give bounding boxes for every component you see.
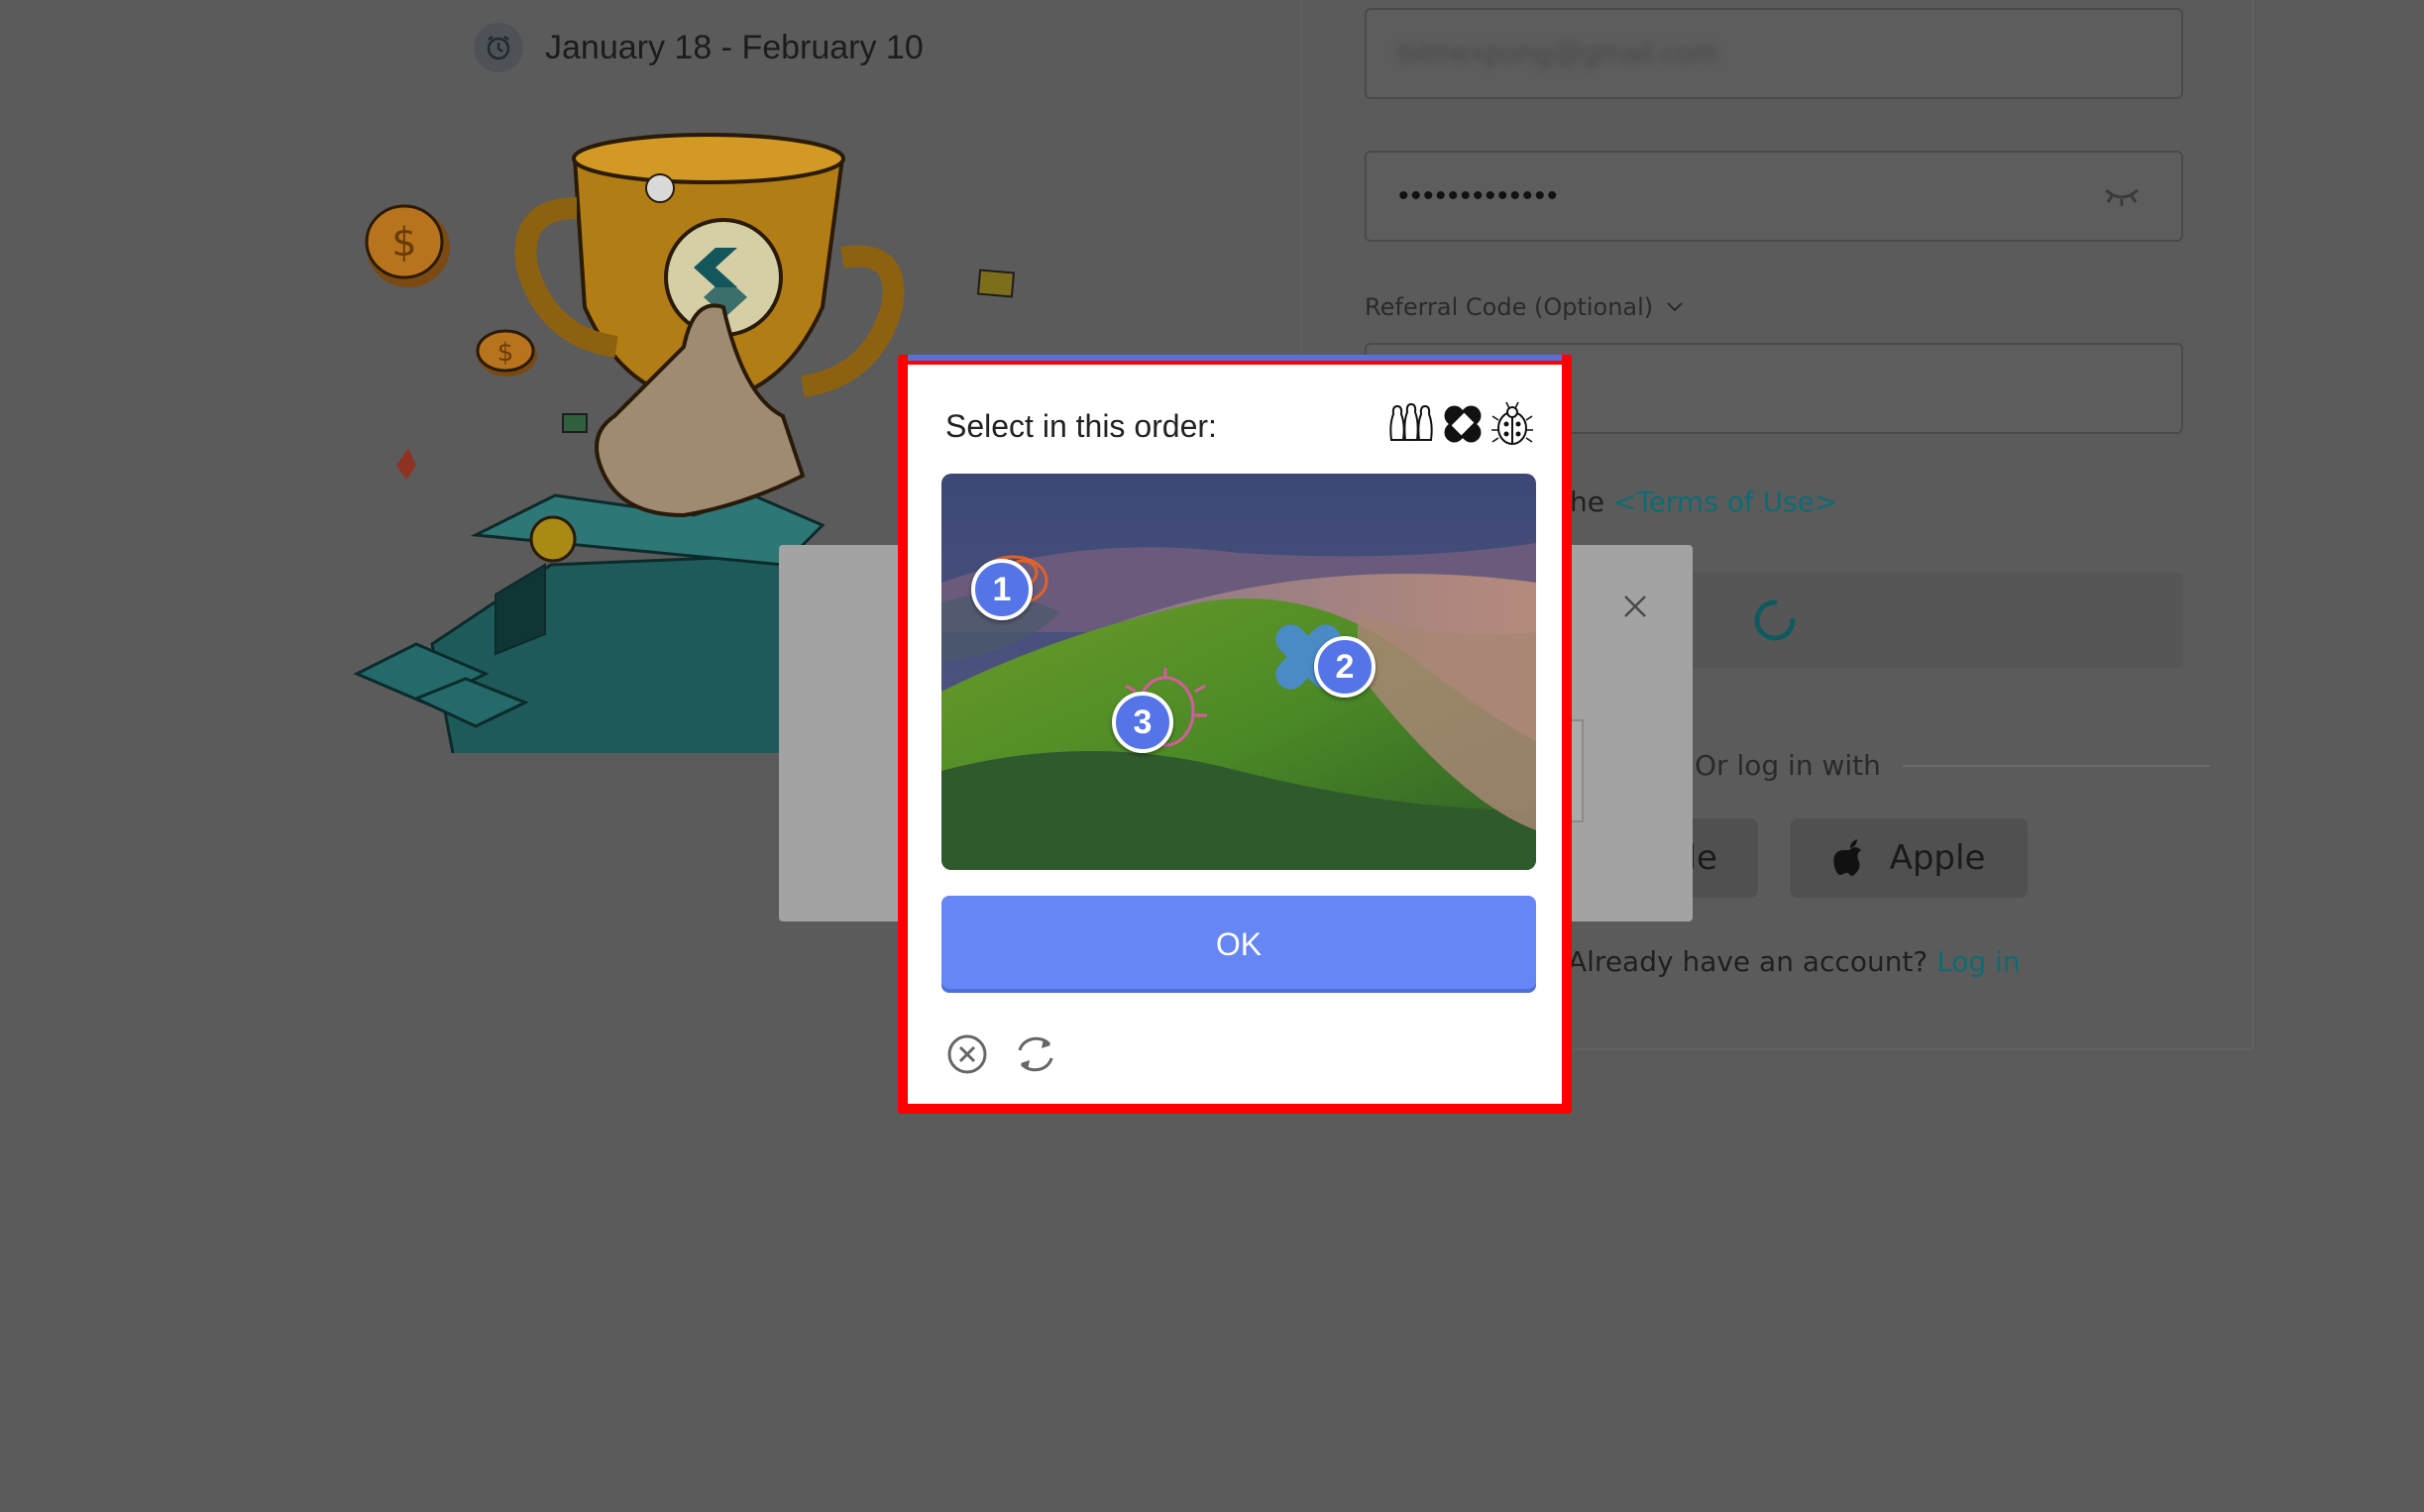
close-circle-icon[interactable] — [945, 1032, 989, 1076]
bandage-icon — [1444, 405, 1482, 443]
email-value: bitmexpong@gmail.com — [1398, 37, 1718, 69]
password-field[interactable]: ••••••••••••• — [1365, 151, 2183, 242]
loading-spinner-icon — [1754, 599, 1796, 641]
svg-text:$: $ — [497, 338, 514, 368]
terms-text: he <Terms of Use> — [1570, 486, 1837, 518]
login-prompt-text: Already have an account? — [1568, 945, 1937, 978]
refresh-icon[interactable] — [1011, 1032, 1060, 1076]
coin-icon: $ — [365, 204, 450, 287]
apple-login-label: Apple — [1889, 838, 1986, 878]
email-field[interactable]: bitmexpong@gmail.com — [1365, 8, 2183, 99]
terms-prefix: he — [1570, 486, 1613, 518]
apple-login-button[interactable]: Apple — [1790, 818, 2028, 898]
divider-text: Or log in with — [1695, 749, 1881, 782]
captcha-target-icons — [1387, 400, 1534, 448]
eye-closed-icon[interactable] — [2102, 186, 2142, 213]
terms-link[interactable]: <Terms of Use> — [1613, 486, 1837, 518]
login-prompt: Already have an account? Log in — [1568, 945, 2021, 978]
chevron-down-icon — [1667, 302, 1683, 312]
coin-icon: $ — [476, 329, 537, 377]
captcha-highlight-frame: Select in this order: 1 2 3 OK — [898, 355, 1572, 1114]
captcha-image[interactable]: 1 2 3 — [941, 474, 1536, 870]
divider-line — [1902, 764, 2210, 767]
captcha-widget: Select in this order: 1 2 3 OK — [908, 365, 1562, 1104]
captcha-title: Select in this order: — [945, 408, 1217, 444]
alarm-clock-icon — [474, 23, 523, 72]
referral-toggle[interactable]: Referral Code (Optional) — [1365, 293, 1685, 321]
bowling-pins-icon — [1389, 402, 1433, 441]
login-link[interactable]: Log in — [1936, 945, 2020, 978]
close-icon[interactable] — [1621, 593, 1649, 620]
referral-label: Referral Code (Optional) — [1365, 293, 1654, 321]
password-value: ••••••••••••• — [1398, 179, 1560, 212]
ok-button[interactable]: OK — [941, 896, 1536, 993]
landscape-photo — [941, 474, 1536, 870]
svg-text:$: $ — [391, 220, 416, 266]
promo-date: January 18 - February 10 — [474, 18, 924, 77]
social-divider: Or log in with — [1695, 749, 2210, 782]
ladybug-icon — [1491, 401, 1533, 445]
apple-icon — [1832, 839, 1861, 876]
promo-date-text: January 18 - February 10 — [545, 28, 924, 66]
selection-marker-1[interactable]: 1 — [971, 559, 1033, 620]
selection-marker-2[interactable]: 2 — [1314, 636, 1376, 698]
selection-marker-3[interactable]: 3 — [1112, 692, 1173, 753]
